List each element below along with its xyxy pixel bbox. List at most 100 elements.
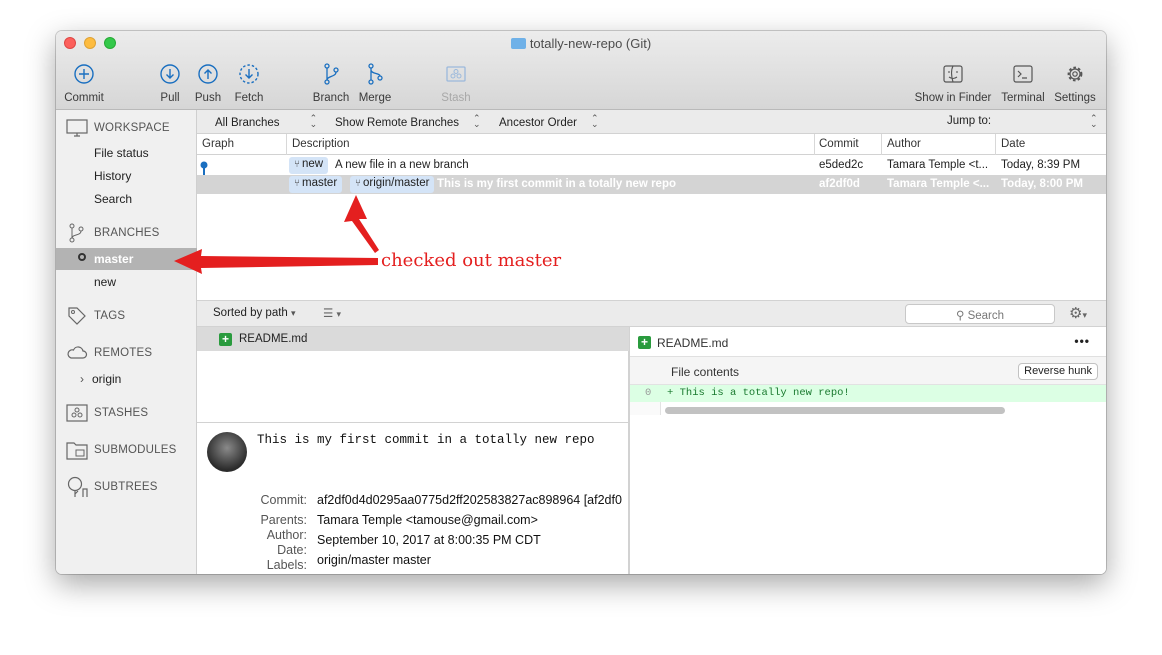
commit-date: Today, 8:39 PM: [1001, 159, 1081, 171]
plus-circle-icon: [74, 63, 94, 84]
search-icon: ⚲: [955, 310, 968, 322]
submodule-icon: [66, 442, 88, 460]
commit-parents: Tamara Temple <tamouse@gmail.com>: [317, 513, 538, 527]
sidebar-section-tags[interactable]: TAGS: [66, 306, 125, 326]
commit-labels: origin/master master: [317, 553, 431, 567]
branch-icon: [324, 62, 339, 85]
date-column[interactable]: Date: [1001, 138, 1025, 150]
sidebar-item-search[interactable]: Search: [94, 192, 132, 206]
diff-header: + README.md •••: [629, 327, 1106, 357]
hunk-header: File contents Reverse hunk: [629, 357, 1106, 385]
reverse-hunk-button[interactable]: Reverse hunk: [1018, 363, 1098, 380]
commit-author: Tamara Temple <...: [887, 178, 990, 190]
sidebar-item-file-status[interactable]: File status: [94, 146, 149, 160]
fetch-button[interactable]: Fetch: [231, 61, 267, 104]
push-button[interactable]: Push: [193, 61, 223, 104]
sidebar-section-stashes[interactable]: STASHES: [66, 403, 148, 423]
updown-icon: ⌃ ⌄: [590, 113, 599, 129]
file-list: + README.md: [197, 327, 629, 422]
sidebar-item-history[interactable]: History: [94, 169, 131, 183]
merge-icon: [368, 62, 383, 85]
commit-description: This is my first commit in a totally new…: [437, 178, 676, 190]
folder-icon: [510, 38, 526, 49]
diff-line-added: 0 + This is a totally new repo!: [629, 385, 1106, 402]
branch-tag-origin-master[interactable]: ⑂ origin/master: [350, 176, 435, 193]
stash-button[interactable]: Stash: [436, 61, 476, 104]
settings-button[interactable]: Settings: [1052, 61, 1098, 104]
pull-button[interactable]: Pull: [155, 61, 185, 104]
main-pane: All Branches ⌃ ⌄ Show Remote Branches ⌃ ⌄ An…: [197, 110, 1106, 574]
commit-date: September 10, 2017 at 8:00:35 PM CDT: [317, 533, 541, 547]
push-icon: [198, 63, 218, 84]
list-view-icon[interactable]: ☰ ▾: [323, 306, 341, 320]
added-file-icon: +: [638, 336, 651, 349]
more-options-icon[interactable]: •••: [1074, 334, 1090, 348]
jump-to-select[interactable]: ⌃ ⌄: [1090, 113, 1098, 129]
sidebar-section-subtrees[interactable]: SUBTREES: [66, 476, 158, 497]
gear-icon: [1067, 66, 1083, 81]
finder-icon: [943, 64, 963, 83]
added-file-icon: +: [219, 333, 232, 346]
branch-icon: ⑂: [355, 178, 361, 189]
tag-icon: [68, 307, 86, 325]
commit-column[interactable]: Commit: [819, 138, 859, 150]
graph-column[interactable]: Graph: [202, 138, 234, 150]
cloud-icon: [67, 346, 88, 359]
stash-icon: [66, 404, 88, 422]
sidebar-section-remotes[interactable]: REMOTES: [66, 343, 152, 363]
branch-tag-new[interactable]: ⑂ new: [289, 157, 329, 174]
branch-tag-master[interactable]: ⑂ master: [289, 176, 343, 193]
sidebar-section-submodules[interactable]: SUBMODULES: [66, 440, 177, 460]
branch-icon: [69, 223, 84, 243]
description-column[interactable]: Description: [292, 138, 350, 150]
author-avatar: [207, 432, 247, 472]
app-window: totally-new-repo (Git) Commit Pull Push …: [56, 31, 1106, 574]
merge-button[interactable]: Merge: [355, 61, 395, 104]
filter-bar: All Branches ⌃ ⌄ Show Remote Branches ⌃ ⌄ An…: [197, 110, 1106, 134]
pull-icon: [160, 63, 180, 84]
commit-hash: e5ded2c: [819, 159, 864, 171]
monitor-icon: [66, 119, 88, 137]
commit-sha: af2df0d4d0295aa0775d2ff202583827ac898964…: [317, 493, 622, 507]
commit-row[interactable]: ⑂ new A new file in a new branch e5ded2c …: [197, 156, 1106, 175]
file-row[interactable]: + README.md: [197, 327, 629, 351]
chevron-right-icon[interactable]: ›: [80, 372, 84, 386]
branch-icon: ⑂: [294, 159, 300, 170]
sort-select[interactable]: Sorted by path ▾: [213, 307, 296, 319]
gear-icon[interactable]: ⚙▾: [1069, 304, 1087, 322]
branch-button[interactable]: Branch: [311, 61, 351, 104]
updown-icon: ⌃ ⌄: [473, 113, 481, 129]
stash-icon: [446, 65, 466, 82]
history-column-header: Graph Description Commit Author Date: [197, 134, 1106, 155]
updown-icon: ⌃ ⌄: [1090, 113, 1098, 129]
commit-details: This is my first commit in a totally new…: [197, 422, 629, 574]
sidebar: WORKSPACE File status History Search BRA…: [56, 110, 197, 574]
show-in-finder-button[interactable]: Show in Finder: [913, 61, 993, 104]
author-column[interactable]: Author: [887, 138, 921, 150]
commit-row-selected[interactable]: ⑂ master ⑂ origin/master This is my first …: [197, 175, 1106, 194]
terminal-button[interactable]: Terminal: [999, 61, 1047, 104]
commit-hash: af2df0d: [819, 178, 860, 190]
sidebar-item-origin[interactable]: › origin: [80, 372, 121, 386]
sidebar-section-branches[interactable]: BRANCHES: [66, 223, 160, 243]
commit-button[interactable]: Commit: [64, 61, 104, 104]
commit-author: Tamara Temple <t...: [887, 159, 989, 171]
title-bar: totally-new-repo (Git) Commit Pull Push …: [56, 31, 1106, 110]
window-title: totally-new-repo (Git): [56, 36, 1106, 51]
diff-view: + README.md ••• File contents Reverse hu…: [629, 327, 1106, 574]
jump-to-label: Jump to:: [947, 115, 992, 127]
file-search-input[interactable]: ⚲ Search: [905, 304, 1055, 324]
sidebar-item-new[interactable]: new: [94, 275, 116, 289]
commit-message: This is my first commit in a totally new…: [257, 433, 595, 447]
tree-icon: [67, 476, 88, 497]
current-branch-icon: [78, 253, 86, 261]
sidebar-item-master[interactable]: master: [56, 248, 197, 270]
horizontal-scrollbar[interactable]: [665, 407, 1005, 414]
commit-description: A new file in a new branch: [335, 159, 469, 171]
commit-date: Today, 8:00 PM: [1001, 178, 1084, 190]
branches-filter-select[interactable]: All Branches ⌃ ⌄: [215, 114, 317, 130]
terminal-icon: [1013, 64, 1033, 83]
sidebar-section-workspace[interactable]: WORKSPACE: [66, 118, 170, 138]
remote-branches-select[interactable]: Show Remote Branches ⌃ ⌄: [335, 113, 481, 130]
order-select[interactable]: Ancestor Order ⌃ ⌄: [499, 113, 599, 130]
